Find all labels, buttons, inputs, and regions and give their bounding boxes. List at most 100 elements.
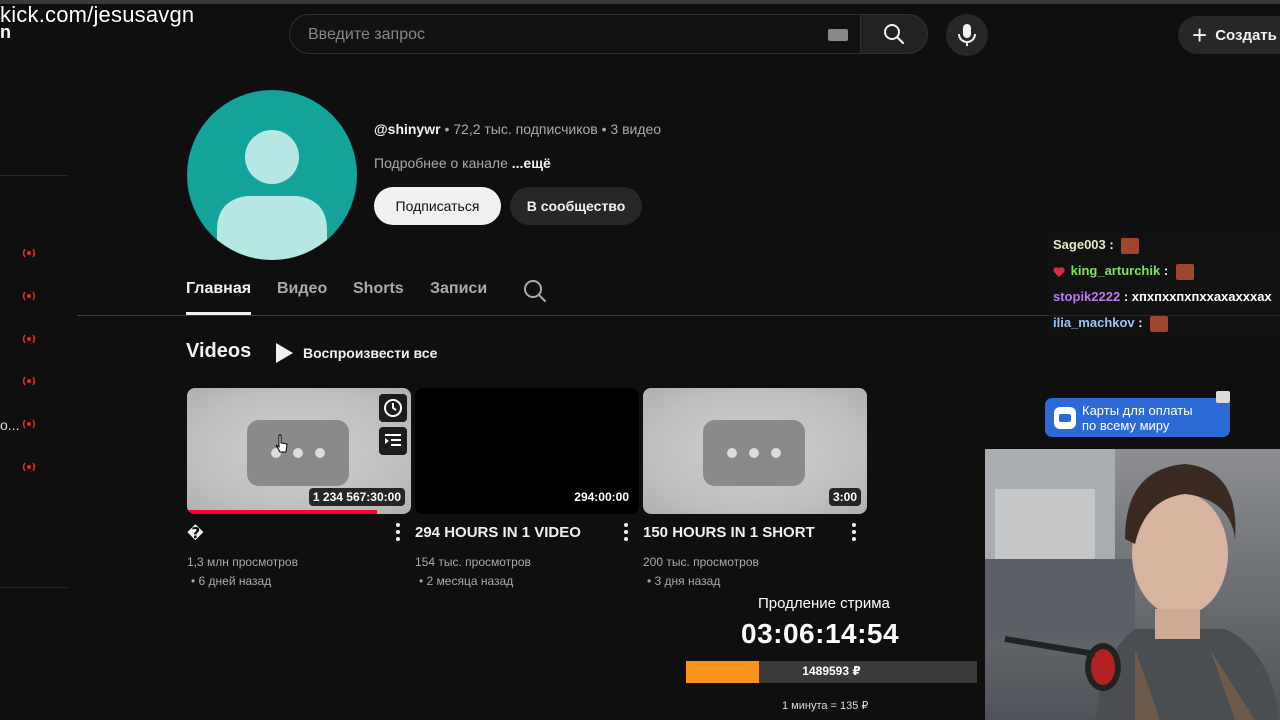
live-indicator-icon [20,332,38,344]
about-text: Подробнее о канале [374,155,512,171]
tab-home[interactable]: Главная [186,280,251,298]
video-meta: 200 тыс. просмотров • 3 дня назад [643,553,759,591]
keyboard-icon[interactable] [828,29,848,41]
chat-username: stopik2222 [1053,289,1121,304]
chat-message: Sage003 : [1053,237,1140,254]
watch-later-button[interactable] [379,394,407,422]
mic-icon [958,24,976,46]
chat-username: Sage003 [1053,237,1106,252]
card-icon [1054,406,1076,429]
donation-progress-bar: 1489593 ₽ [686,661,977,683]
webcam-image [985,449,1280,720]
video-duration: 1 234 567:30:00 [308,488,405,506]
voice-search-button[interactable] [946,14,988,56]
sidebar-divider [0,175,67,176]
section-title: Videos [186,340,252,362]
extension-timer: 03:06:14:54 [741,618,900,649]
live-indicator-icon [20,246,38,258]
video-title[interactable]: � [187,524,377,542]
live-indicator-icon [20,417,38,429]
video-thumbnail[interactable]: 1 234 567:30:00 [187,388,411,514]
video-title[interactable]: 294 HOURS IN 1 VIDEO [415,524,605,541]
queue-icon [385,434,401,446]
chat-message: stopik2222 : хпхпххпхпххахахххах [1053,289,1272,304]
video-age: • 3 дня назад [647,574,721,588]
video-duration: 294:00:00 [570,488,633,506]
more-icon[interactable] [395,522,401,542]
plus-icon: + [1192,20,1208,50]
extension-title: Продление стрима [758,595,890,612]
video-views: 154 тыс. просмотров [415,555,531,569]
ad-banner[interactable]: Карты для оплаты по всему миру [1045,398,1230,437]
watch-progress-bar [187,510,378,514]
placeholder-icon [247,420,349,486]
search-icon [884,24,905,45]
video-meta: 154 тыс. просмотров • 2 месяца назад [415,553,531,591]
channel-handle: @shinywr [374,121,441,137]
live-indicator-icon [20,289,38,301]
sidebar-item-truncated[interactable]: o... [0,417,19,433]
chat-separator: : [1109,237,1114,252]
tab-posts[interactable]: Записи [430,280,487,298]
video-views: 1,3 млн просмотров [187,555,298,569]
video-age: • 2 месяца назад [419,574,514,588]
emote-icon [1121,237,1140,254]
about-more-link[interactable]: ...ещё [512,155,551,171]
sidebar-divider [0,587,67,588]
stream-url-overlay: kick.com/jesusavgn [0,2,195,27]
search-button[interactable] [860,14,928,54]
community-button[interactable]: В сообщество [510,187,642,225]
search-box[interactable] [289,14,861,54]
video-age: • 6 дней назад [191,574,272,588]
play-all-label: Воспроизвести все [303,345,438,361]
cursor-icon [275,434,288,453]
chat-text: хпхпххпхпххахахххах [1131,289,1272,304]
streamer-webcam [985,449,1280,720]
stream-chat-overlay: Sage003 : king_arturchik : stopik2222 : … [1048,232,1280,336]
chat-separator: : [1163,263,1169,278]
channel-about[interactable]: Подробнее о канале ...ещё [374,155,551,171]
ad-line: по всему миру [1082,417,1170,433]
channel-avatar[interactable] [187,90,357,260]
live-indicator-icon [20,374,38,386]
chat-username: king_arturchik [1070,263,1161,278]
add-to-queue-button[interactable] [379,427,407,455]
live-indicator-icon [20,460,38,472]
tab-search-button[interactable] [523,279,547,303]
ad-text: Карты для оплаты по всему миру [1082,403,1193,433]
placeholder-icon [703,420,805,486]
video-thumbnail[interactable]: 294:00:00 [415,388,639,514]
create-label: Создать [1215,26,1277,44]
subscribe-button[interactable]: Подписаться [374,187,501,225]
video-views: 200 тыс. просмотров [643,555,759,569]
chat-message: ilia_machkov : [1053,315,1169,332]
video-thumbnail[interactable]: 3:00 [643,388,867,514]
clock-icon [384,399,402,417]
more-icon[interactable] [851,522,857,542]
chat-separator: : [1123,289,1129,304]
channel-meta: @shinywr • 72,2 тыс. подписчиков • 3 вид… [374,121,661,137]
emote-icon [1175,263,1194,280]
play-all-button[interactable]: Воспроизвести все [276,343,437,363]
video-duration: 3:00 [828,488,861,506]
sidebar-fragment: n [0,22,11,42]
extension-rate: 1 минута = 135 ₽ [782,700,869,712]
search-input[interactable] [306,23,810,47]
heart-badge-icon [1053,266,1065,277]
chat-message: king_arturchik : [1053,263,1194,280]
default-avatar-icon [217,130,327,260]
tab-shorts[interactable]: Shorts [353,280,404,298]
ad-line: Карты для оплаты [1082,402,1193,418]
more-icon[interactable] [623,522,629,542]
ad-badge-icon [1216,391,1230,403]
create-button[interactable]: + Создать [1178,16,1280,54]
chat-separator: : [1138,315,1143,330]
donation-amount: 1489593 ₽ [802,664,861,678]
play-icon [276,343,293,363]
chat-username: ilia_machkov [1053,315,1135,330]
video-meta: 1,3 млн просмотров • 6 дней назад [187,553,298,591]
search-icon [524,280,546,302]
tab-videos[interactable]: Видео [277,280,327,298]
emote-icon [1150,315,1169,332]
video-title[interactable]: 150 HOURS IN 1 SHORT [643,524,833,541]
